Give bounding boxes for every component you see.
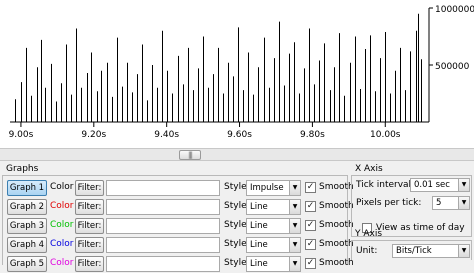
graph-1-smooth-label: Smooth <box>319 182 354 192</box>
graph-2-smooth-label: Smooth <box>319 201 354 211</box>
y-axis-frame: Unit: Bits/Tick ▼ <box>351 240 472 260</box>
x-tick-label: 9.00s <box>9 130 34 140</box>
graph-5-filter-button[interactable]: Filter: <box>75 256 104 272</box>
graph-2-filter-input[interactable] <box>106 199 220 215</box>
graph-2-color-label[interactable]: Color <box>50 201 74 211</box>
graph-1-filter-button[interactable]: Filter: <box>75 180 104 196</box>
graph-4-style-value: Line <box>250 240 268 250</box>
graph-row-3: Graph 3 Color Filter: Style: Line ▼ ✓ Smo… <box>7 217 354 235</box>
x-axis-frame: Tick interval: 0.01 sec ▼ Pixels per tick… <box>351 175 472 237</box>
graph-4-color-label[interactable]: Color <box>50 239 74 249</box>
graph-row-1: Graph 1 Color Filter: Style: Impulse ▼ ✓ … <box>7 179 354 197</box>
tick-interval-select[interactable]: 0.01 sec ▼ <box>410 178 470 192</box>
graph-3-filter-button[interactable]: Filter: <box>75 218 104 234</box>
graph-4-smooth-checkbox[interactable]: ✓ <box>305 239 316 250</box>
graph-3-style-value: Line <box>250 221 268 231</box>
graph-4-filter-button[interactable]: Filter: <box>75 237 104 253</box>
x-tick-label: 9.20s <box>81 130 106 140</box>
unit-value: Bits/Tick <box>396 246 432 256</box>
graph-3-smooth-checkbox[interactable]: ✓ <box>305 220 316 231</box>
graphs-panel: Graphs Graph 1 Color Filter: Style: Impu… <box>2 164 354 272</box>
graphs-frame: Graph 1 Color Filter: Style: Impulse ▼ ✓ … <box>2 175 354 272</box>
pixels-per-tick-label: Pixels per tick: <box>356 198 422 208</box>
chevron-down-icon[interactable]: ▼ <box>289 257 300 271</box>
graph-3-filter-input[interactable] <box>106 218 220 234</box>
graph-5-filter-input[interactable] <box>106 256 220 272</box>
graph-1-style-select[interactable]: Impulse ▼ <box>246 180 301 196</box>
graph-5-style-select[interactable]: Line ▼ <box>246 256 301 272</box>
x-axis-panel-title: X Axis <box>355 164 383 174</box>
x-tick-label: 9.40s <box>154 130 179 140</box>
pixels-per-tick-value: 5 <box>436 198 442 208</box>
graph-1-filter-input[interactable] <box>106 180 220 196</box>
graph-1-button[interactable]: Graph 1 <box>7 180 47 196</box>
pixels-per-tick-select[interactable]: 5 ▼ <box>432 196 470 210</box>
unit-select[interactable]: Bits/Tick ▼ <box>392 244 470 258</box>
graph-5-style-value: Line <box>250 259 268 269</box>
io-graph-svg: 9.00s 9.20s 9.40s 9.60s 9.80s 10.00s 1000000 5… <box>9 5 474 140</box>
graph-4-filter-input[interactable] <box>106 237 220 253</box>
graph-4-style-select[interactable]: Line ▼ <box>246 237 301 253</box>
horizontal-scrollbar[interactable]: ||| <box>0 148 474 161</box>
graph-2-button[interactable]: Graph 2 <box>7 199 47 215</box>
graph-5-smooth-label: Smooth <box>319 258 354 268</box>
chevron-down-icon[interactable]: ▼ <box>458 245 469 257</box>
x-axis-ticks: 9.00s 9.20s 9.40s 9.60s 9.80s 10.00s <box>9 122 401 140</box>
graph-4-smooth-label: Smooth <box>319 239 354 249</box>
chevron-down-icon[interactable]: ▼ <box>289 219 300 233</box>
graph-5-smooth-checkbox[interactable]: ✓ <box>305 258 316 269</box>
graph-3-smooth-label: Smooth <box>319 220 354 230</box>
io-graph-plot[interactable]: 9.00s 9.20s 9.40s 9.60s 9.80s 10.00s 1000000 5… <box>0 0 474 148</box>
chevron-down-icon[interactable]: ▼ <box>458 197 469 209</box>
y-axis-ticks: 1000000 500000 <box>429 5 474 72</box>
graph-5-button[interactable]: Graph 5 <box>7 256 47 272</box>
graph-1-color-label[interactable]: Color <box>50 182 74 192</box>
tick-interval-label: Tick interval: <box>356 180 415 190</box>
chevron-down-icon[interactable]: ▼ <box>289 238 300 252</box>
chevron-down-icon[interactable]: ▼ <box>289 200 300 214</box>
graph-row-4: Graph 4 Color Filter: Style: Line ▼ ✓ Smo… <box>7 236 354 254</box>
graphs-panel-title: Graphs <box>6 164 39 174</box>
graph-row-2: Graph 2 Color Filter: Style: Line ▼ ✓ Smo… <box>7 198 354 216</box>
tick-interval-value: 0.01 sec <box>414 180 450 190</box>
y-tick-label: 500000 <box>435 62 470 72</box>
unit-label: Unit: <box>356 246 378 256</box>
x-tick-label: 9.80s <box>300 130 325 140</box>
x-tick-label: 10.00s <box>370 130 401 140</box>
graph-3-style-select[interactable]: Line ▼ <box>246 218 301 234</box>
y-tick-label: 1000000 <box>435 5 474 15</box>
graph-5-color-label[interactable]: Color <box>50 258 74 268</box>
x-tick-label: 9.60s <box>227 130 252 140</box>
chevron-down-icon[interactable]: ▼ <box>289 181 300 195</box>
graph-2-filter-button[interactable]: Filter: <box>75 199 104 215</box>
graph-4-button[interactable]: Graph 4 <box>7 237 47 253</box>
view-as-time-label: View as time of day <box>376 223 465 233</box>
graph-2-smooth-checkbox[interactable]: ✓ <box>305 201 316 212</box>
graph-1-smooth-checkbox[interactable]: ✓ <box>305 182 316 193</box>
impulse-bars <box>15 13 422 122</box>
graph-2-style-value: Line <box>250 202 268 212</box>
chevron-down-icon[interactable]: ▼ <box>458 179 469 191</box>
y-axis-panel-title: Y Axis <box>355 229 383 239</box>
graph-3-button[interactable]: Graph 3 <box>7 218 47 234</box>
axis-panel: X Axis Tick interval: 0.01 sec ▼ Pixels p… <box>351 164 474 260</box>
graph-1-style-value: Impulse <box>250 183 284 193</box>
graph-3-color-label[interactable]: Color <box>50 220 74 230</box>
scrollbar-thumb[interactable]: ||| <box>179 150 201 160</box>
graph-2-style-select[interactable]: Line ▼ <box>246 199 301 215</box>
